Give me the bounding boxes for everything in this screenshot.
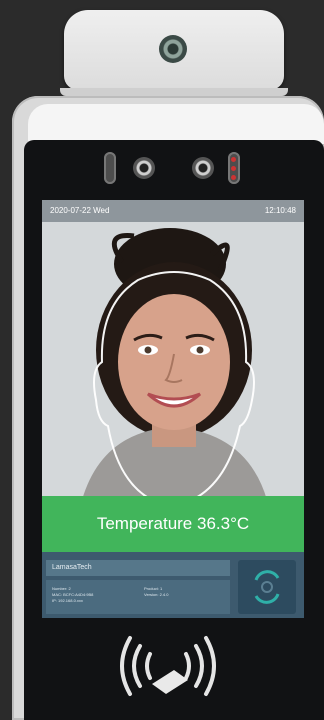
device-top-bezel: [28, 104, 324, 144]
device-ip: IP: 192.168.0.xxx: [52, 598, 83, 603]
face-scan-panel: [238, 560, 296, 614]
temperature-reading: Temperature 36.3°C: [42, 496, 304, 552]
nfc-reader-icon: [120, 636, 216, 696]
ir-led: [231, 175, 236, 180]
device-version: Version: 2.4.0: [144, 592, 169, 597]
device-details: Number: 2 MAC: BCFC:A4D4:9B8 IP: 192.168…: [46, 580, 230, 614]
date-label: 2020-07-22 Wed: [50, 206, 110, 215]
camera-housing: [64, 10, 284, 90]
camera-lens-icon: [159, 35, 187, 63]
time-label: 12:10:48: [264, 206, 296, 215]
ir-led: [231, 166, 236, 171]
ir-sensor-icon: [133, 157, 155, 179]
display-screen: 2020-07-22 Wed 12:10:48 Temperature 36.3…: [42, 200, 304, 618]
face-scan-icon: [254, 570, 280, 604]
ir-light-array: [228, 152, 240, 184]
camera-mount: [60, 88, 288, 96]
light-sensor: [104, 152, 116, 184]
status-bar: 2020-07-22 Wed 12:10:48: [42, 200, 304, 222]
brand-label: LamasaTech: [46, 560, 230, 576]
temperature-label: Temperature 36.3°C: [96, 514, 250, 533]
device-info-panel: LamasaTech Number: 2 MAC: BCFC:A4D4:9B8 …: [42, 552, 304, 618]
camera-preview: [42, 222, 304, 500]
ir-led: [231, 157, 236, 162]
camera-sensor-icon: [192, 157, 214, 179]
